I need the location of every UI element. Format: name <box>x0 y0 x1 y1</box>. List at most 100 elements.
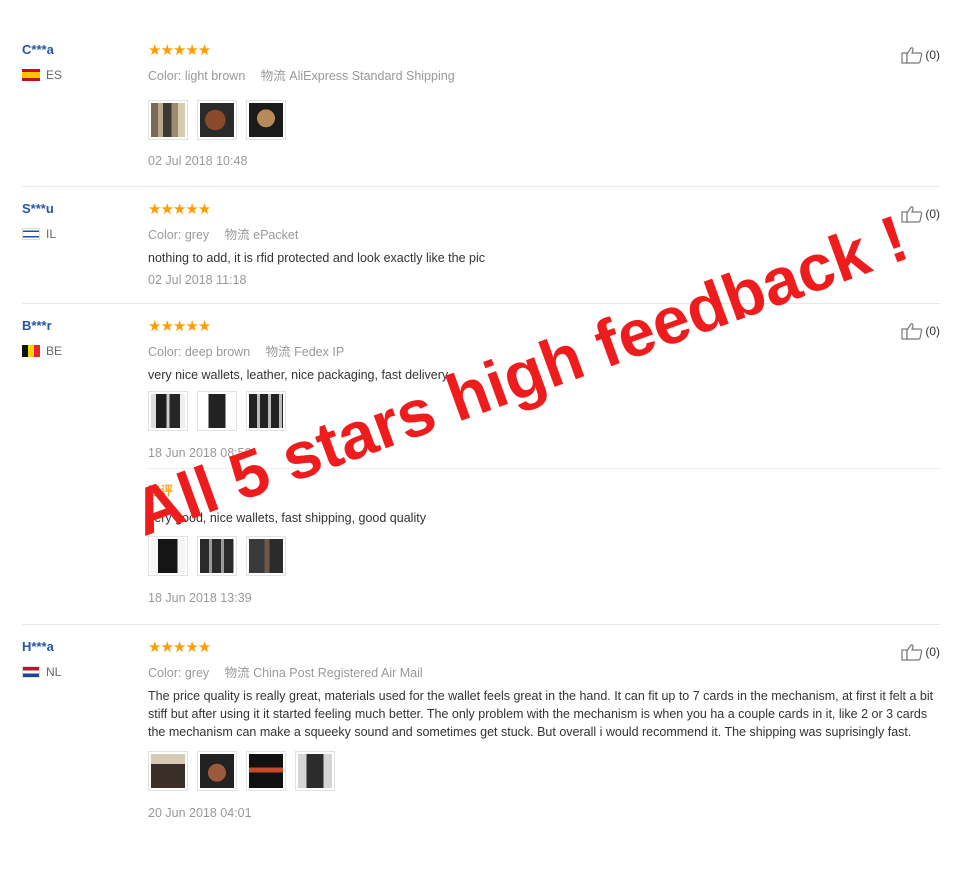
additional-feedback-label: 追评 <box>148 484 174 498</box>
review-item: S***u IL ★★★★★ Color: grey 物流 ePacket no… <box>22 201 940 304</box>
shipping-value: ePacket <box>253 228 299 242</box>
review-date: 18 Jun 2018 08:59 <box>148 446 252 460</box>
review-content: ★★★★★ Color: grey 物流 China Post Register… <box>148 639 948 820</box>
reviewer-info: B***r BE <box>22 318 132 358</box>
thumbs-up-icon <box>901 47 923 64</box>
wallet-photo-icon <box>200 539 234 573</box>
color-label: Color: <box>148 228 182 242</box>
wallet-photo-icon <box>151 103 185 137</box>
reviewer-name[interactable]: C***a <box>22 42 132 60</box>
wallet-photo-icon <box>249 539 283 573</box>
review-content: ★★★★★ Color: light brown 物流 AliExpress S… <box>148 42 848 168</box>
review-photo[interactable] <box>148 536 188 576</box>
review-photo[interactable] <box>197 100 237 140</box>
reviewer-name[interactable]: H***a <box>22 639 132 657</box>
review-photo[interactable] <box>246 536 286 576</box>
review-meta: Color: grey 物流 China Post Registered Air… <box>148 662 948 681</box>
rating-stars: ★★★★★ <box>148 318 211 335</box>
helpful-button[interactable]: (0) <box>901 643 940 661</box>
review-photo[interactable] <box>148 391 188 431</box>
wallet-photo-icon <box>151 394 185 428</box>
review-item: C***a ES ★★★★★ Color: light brown 物流 Ali… <box>22 42 940 187</box>
reviewer-country: NL <box>22 665 132 679</box>
thumbs-up-icon <box>901 644 923 661</box>
review-photo[interactable] <box>148 100 188 140</box>
country-code: IL <box>46 227 57 241</box>
review-date: 02 Jul 2018 11:18 <box>148 273 247 287</box>
wallet-photo-icon <box>200 103 234 137</box>
shipping-label: 物流 <box>224 666 250 680</box>
shipping-value: China Post Registered Air Mail <box>253 666 423 680</box>
wallet-photo-icon <box>298 754 332 788</box>
helpful-count: (0) <box>925 48 940 62</box>
review-photo[interactable] <box>246 100 286 140</box>
review-content: ★★★★★ Color: deep brown 物流 Fedex IP very… <box>148 318 940 605</box>
review-date: 20 Jun 2018 04:01 <box>148 806 252 820</box>
shipping-value: AliExpress Standard Shipping <box>289 69 455 83</box>
review-item: B***r BE ★★★★★ Color: deep brown 物流 Fede… <box>22 318 940 625</box>
wallet-photo-icon <box>249 394 283 428</box>
review-item: H***a NL ★★★★★ Color: grey 物流 China Post… <box>22 639 940 849</box>
reviewer-info: C***a ES <box>22 42 132 82</box>
review-photo[interactable] <box>148 751 188 791</box>
wallet-photo-icon <box>249 103 283 137</box>
color-value: grey <box>184 228 210 242</box>
helpful-button[interactable]: (0) <box>901 205 940 223</box>
helpful-button[interactable]: (0) <box>901 322 940 340</box>
wallet-photo-icon <box>200 394 234 428</box>
color-value: deep brown <box>184 345 251 359</box>
helpful-count: (0) <box>925 207 940 221</box>
shipping-label: 物流 <box>224 228 250 242</box>
review-text: nothing to add, it is rfid protected and… <box>148 251 485 265</box>
reviewer-name[interactable]: B***r <box>22 318 132 336</box>
country-code: ES <box>46 68 63 82</box>
helpful-button[interactable]: (0) <box>901 46 940 64</box>
color-value: light brown <box>184 69 246 83</box>
rating-stars: ★★★★★ <box>148 639 211 656</box>
color-label: Color: <box>148 69 182 83</box>
thumbs-up-icon <box>901 323 923 340</box>
color-label: Color: <box>148 666 182 680</box>
country-code: BE <box>46 344 63 358</box>
review-content: ★★★★★ Color: grey 物流 ePacket nothing to … <box>148 201 848 287</box>
reviewer-info: H***a NL <box>22 639 132 679</box>
review-text: very nice wallets, leather, nice packagi… <box>148 368 451 382</box>
review-photo[interactable] <box>197 751 237 791</box>
review-photos <box>148 751 948 791</box>
rating-stars: ★★★★★ <box>148 201 211 218</box>
review-photo[interactable] <box>295 751 335 791</box>
divider <box>148 468 940 469</box>
flag-be-icon <box>22 345 40 357</box>
wallet-photo-icon <box>200 754 234 788</box>
review-meta: Color: light brown 物流 AliExpress Standar… <box>148 65 848 84</box>
reviewer-name[interactable]: S***u <box>22 201 132 219</box>
wallet-photo-icon <box>151 754 185 788</box>
shipping-label: 物流 <box>260 69 286 83</box>
country-code: NL <box>46 665 62 679</box>
thumbs-up-icon <box>901 206 923 223</box>
review-meta: Color: grey 物流 ePacket <box>148 224 848 243</box>
wallet-photo-icon <box>151 539 185 573</box>
review-meta: Color: deep brown 物流 Fedex IP <box>148 341 848 360</box>
shipping-value: Fedex IP <box>294 345 345 359</box>
reviewer-country: IL <box>22 227 132 241</box>
flag-es-icon <box>22 69 40 81</box>
reviewer-info: S***u IL <box>22 201 132 241</box>
helpful-count: (0) <box>925 324 940 338</box>
review-text: The price quality is really great, mater… <box>148 689 934 739</box>
review-photos <box>148 100 848 140</box>
review-photo[interactable] <box>197 536 237 576</box>
review-photo[interactable] <box>197 391 237 431</box>
reviewer-country: BE <box>22 344 132 358</box>
color-label: Color: <box>148 345 182 359</box>
review-photo[interactable] <box>246 751 286 791</box>
reviewer-country: ES <box>22 68 132 82</box>
flag-nl-icon <box>22 666 40 678</box>
color-value: grey <box>184 666 210 680</box>
review-photos <box>148 391 848 431</box>
review-date: 02 Jul 2018 10:48 <box>148 154 248 168</box>
shipping-label: 物流 <box>265 345 291 359</box>
additional-feedback-date: 18 Jun 2018 13:39 <box>148 591 252 605</box>
review-photo[interactable] <box>246 391 286 431</box>
additional-feedback-photos <box>148 536 848 576</box>
